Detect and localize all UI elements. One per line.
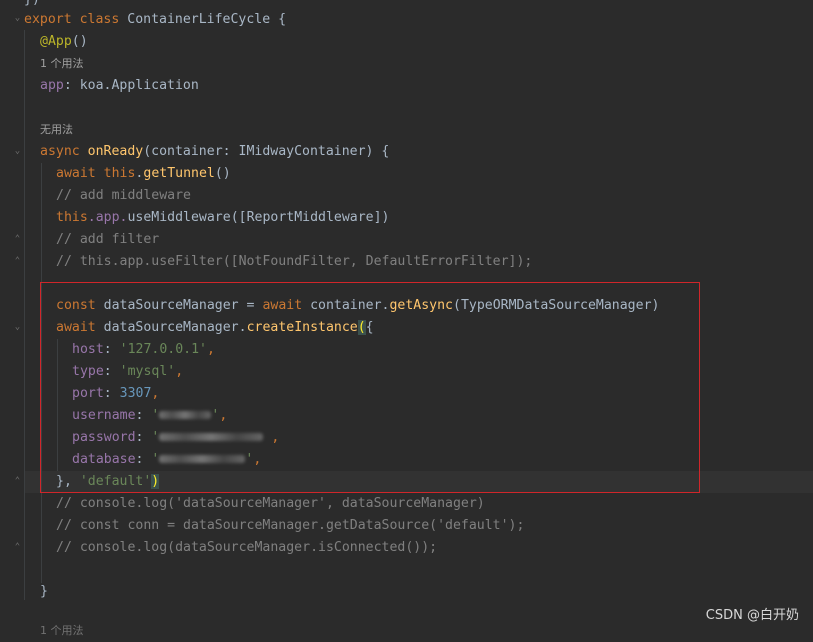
code-line-class-decl: export class ContainerLifeCycle { xyxy=(24,12,287,27)
fold-icon[interactable]: ⌃ xyxy=(13,543,22,552)
code-line-comment: // const conn = dataSourceManager.getDat… xyxy=(56,518,525,533)
code-line-comment: // console.log(dataSourceManager.isConne… xyxy=(56,540,438,555)
annotation-highlight-box xyxy=(40,282,700,493)
code-line-decorator: @App() xyxy=(40,34,88,49)
fold-icon[interactable]: ⌄ xyxy=(13,14,22,23)
code-line-method-close: } xyxy=(40,584,48,599)
usages-hint[interactable]: 1 个用法 xyxy=(40,53,84,75)
code-line-comment: // this.app.useFilter([NotFoundFilter, D… xyxy=(56,254,533,269)
editor-gutter xyxy=(0,0,24,633)
code-line-use-middleware: this.app.useMiddleware([ReportMiddleware… xyxy=(56,210,390,225)
code-line-comment: // add middleware xyxy=(56,188,191,203)
fold-icon[interactable]: ⌄ xyxy=(13,323,22,332)
no-usages-hint[interactable]: 无用法 xyxy=(40,119,73,141)
indent-guide xyxy=(24,30,25,600)
watermark: CSDN @白开奶 xyxy=(705,608,799,623)
code-line-onready: async onReady(container: IMidwayContaine… xyxy=(40,144,390,159)
fold-icon[interactable]: ⌄ xyxy=(13,147,22,156)
code-line-comment: // console.log('dataSourceManager', data… xyxy=(56,496,485,511)
fold-icon[interactable]: ⌃ xyxy=(13,235,22,244)
code-line-comment: // add filter xyxy=(56,232,160,247)
code-line-app-prop: app: koa.Application xyxy=(40,78,199,93)
fold-icon[interactable]: ⌃ xyxy=(13,477,22,486)
code-line-get-tunnel: await this.getTunnel() xyxy=(56,166,231,181)
fold-icon[interactable]: ⌃ xyxy=(13,257,22,266)
usages-hint[interactable]: 1 个用法 xyxy=(40,620,84,642)
